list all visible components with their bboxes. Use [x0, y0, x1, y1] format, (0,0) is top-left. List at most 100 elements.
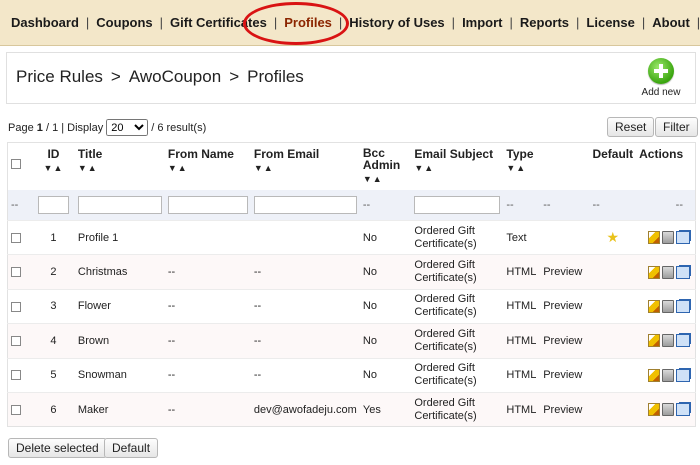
trash-icon[interactable] — [662, 368, 674, 382]
col-title-label[interactable]: Title — [78, 147, 102, 161]
col-type-label[interactable]: Type — [506, 147, 533, 161]
copy-icon[interactable] — [676, 299, 690, 313]
filter-email-subject-input[interactable] — [414, 195, 501, 214]
row-checkbox[interactable] — [11, 404, 21, 415]
row-title[interactable]: Snowman — [74, 357, 165, 393]
copy-icon[interactable] — [676, 368, 690, 382]
row-select-cell — [7, 254, 32, 290]
plus-circle-icon[interactable] — [648, 58, 674, 84]
row-preview-link[interactable]: Preview — [540, 391, 590, 427]
copy-icon[interactable] — [676, 334, 690, 348]
sort-arrows-icon[interactable]: ▼▲ — [168, 163, 248, 173]
trash-icon[interactable] — [662, 334, 674, 348]
table-row[interactable]: 6 Maker -- dev@awofadeju.com Yes Ordered Gift… — [7, 391, 696, 427]
table-row[interactable]: 4 Brown -- -- No Ordered Gift Certificate(s) HT… — [7, 323, 696, 359]
col-from-name-label[interactable]: From Name — [168, 147, 234, 161]
breadcrumb-profiles: Profiles — [247, 67, 304, 86]
row-actions — [636, 323, 696, 359]
copy-icon[interactable] — [676, 403, 690, 417]
filter-from-name-input[interactable] — [167, 195, 248, 214]
col-email-subject-label[interactable]: Email Subject — [414, 147, 493, 161]
table-row[interactable]: 3 Flower -- -- No Ordered Gift Certificate(s) H… — [7, 288, 696, 324]
row-preview-link[interactable]: Preview — [540, 288, 590, 324]
filter-from-email-input[interactable] — [253, 195, 357, 214]
col-id-label[interactable]: ID — [47, 147, 59, 161]
row-checkbox[interactable] — [11, 232, 21, 243]
table-row[interactable]: 2 Christmas -- -- No Ordered Gift Certificate(… — [7, 254, 696, 290]
row-title[interactable]: Profile 1 — [74, 219, 165, 255]
trash-icon[interactable] — [662, 265, 674, 279]
delete-selected-button[interactable]: Delete selected — [8, 438, 107, 458]
nav-item-gift-certificates[interactable]: Gift Certificates — [163, 15, 274, 30]
row-preview-link[interactable]: Preview — [540, 357, 590, 393]
table-row[interactable]: 5 Snowman -- -- No Ordered Gift Certificate(s)… — [7, 357, 696, 393]
filter-title-input[interactable] — [77, 195, 162, 214]
display-count-select[interactable]: 20 — [106, 119, 149, 136]
nav-item-about[interactable]: About — [645, 15, 697, 30]
edit-icon[interactable] — [648, 265, 660, 279]
copy-icon[interactable] — [676, 265, 690, 279]
row-type: HTML — [503, 323, 541, 359]
sort-arrows-icon[interactable]: ▼▲ — [506, 163, 586, 173]
row-select-cell — [7, 288, 32, 324]
table-body: 1 Profile 1 No Ordered Gift Certificate(s) Te… — [7, 219, 696, 427]
row-from-email: dev@awofadeju.com — [250, 391, 360, 427]
add-new-button[interactable]: Add new — [637, 58, 685, 98]
col-email-subject[interactable]: Email Subject ▼▲ — [411, 143, 503, 190]
edit-icon[interactable] — [648, 334, 660, 348]
select-all-checkbox[interactable] — [11, 159, 21, 169]
trash-icon[interactable] — [662, 231, 674, 245]
edit-icon[interactable] — [648, 231, 660, 245]
row-checkbox[interactable] — [11, 301, 21, 312]
row-from-name: -- — [164, 254, 251, 290]
col-from-email-label[interactable]: From Email — [254, 147, 319, 161]
sort-arrows-icon[interactable]: ▼▲ — [78, 163, 162, 173]
trash-icon[interactable] — [662, 403, 674, 417]
row-checkbox[interactable] — [11, 267, 21, 278]
row-title[interactable]: Maker — [74, 391, 165, 427]
col-title[interactable]: Title ▼▲ — [75, 143, 165, 190]
breadcrumb-awocoupon[interactable]: AwoCoupon — [129, 67, 221, 86]
nav-item-import[interactable]: Import — [455, 15, 509, 30]
filter-id-input[interactable] — [37, 195, 69, 214]
sort-arrows-icon[interactable]: ▼▲ — [254, 163, 357, 173]
filter-cell — [250, 189, 360, 221]
col-type[interactable]: Type ▼▲ — [503, 143, 589, 190]
trash-icon[interactable] — [662, 299, 674, 313]
edit-icon[interactable] — [648, 403, 660, 417]
row-preview-link[interactable]: Preview — [540, 254, 590, 290]
row-preview-link[interactable]: Preview — [540, 323, 590, 359]
row-title[interactable]: Brown — [74, 323, 165, 359]
table-row[interactable]: 1 Profile 1 No Ordered Gift Certificate(s) Te… — [7, 219, 696, 255]
default-button[interactable]: Default — [104, 438, 159, 458]
breadcrumb-price-rules[interactable]: Price Rules — [16, 67, 103, 86]
reset-button[interactable]: Reset — [607, 117, 655, 137]
filter-button[interactable]: Filter — [655, 117, 698, 137]
row-preview-link[interactable] — [540, 219, 590, 255]
col-admin-label[interactable]: Admin — [363, 158, 400, 172]
nav-item-profiles[interactable]: Profiles — [277, 15, 339, 30]
col-id[interactable]: ID ▼▲ — [32, 143, 75, 190]
nav-item-reports[interactable]: Reports — [513, 15, 576, 30]
edit-icon[interactable] — [648, 299, 660, 313]
edit-icon[interactable] — [648, 368, 660, 382]
sort-arrows-icon[interactable]: ▼▲ — [363, 173, 408, 185]
row-from-name: -- — [164, 391, 251, 427]
nav-item-history-of-uses[interactable]: History of Uses — [342, 15, 451, 30]
col-from-email[interactable]: From Email ▼▲ — [251, 143, 360, 190]
nav-item-license[interactable]: License — [579, 15, 641, 30]
row-title[interactable]: Flower — [74, 288, 165, 324]
nav-item-dashboard[interactable]: Dashboard — [4, 15, 86, 30]
row-from-name: -- — [164, 288, 251, 324]
col-from-name[interactable]: From Name ▼▲ — [165, 143, 251, 190]
copy-icon[interactable] — [676, 231, 690, 245]
row-checkbox[interactable] — [11, 335, 21, 346]
row-title[interactable]: Christmas — [74, 254, 165, 290]
row-checkbox[interactable] — [11, 370, 21, 381]
add-new-label[interactable]: Add new — [642, 87, 681, 98]
sort-arrows-icon[interactable]: ▼▲ — [414, 163, 500, 173]
nav-item-coupons[interactable]: Coupons — [89, 15, 159, 30]
sort-arrows-icon[interactable]: ▼▲ — [35, 163, 72, 173]
col-bcc-admin[interactable]: Bcc Admin ▼▲ — [360, 143, 411, 190]
row-select-cell — [7, 323, 32, 359]
